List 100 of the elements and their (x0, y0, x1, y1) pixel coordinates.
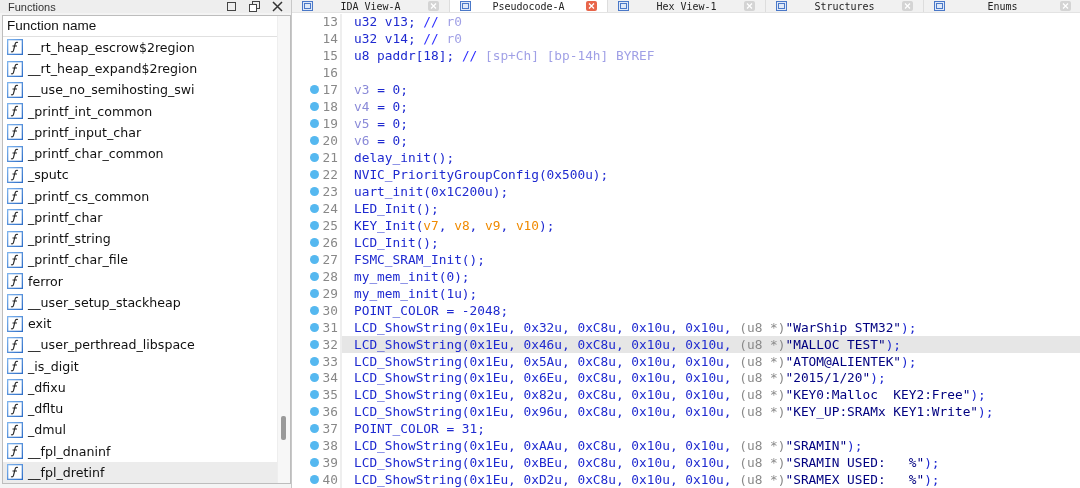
function-icon (7, 421, 23, 438)
line-number: 21 (322, 150, 338, 166)
function-list-item[interactable]: _printf_int_common (3, 100, 277, 122)
code-line: LCD_ShowString(0x1Eu, 0xD2u, 0xC8u, 0x10u, 0x10u, (u8 *)"SRAMEX USED: %"); (354, 472, 940, 488)
line-number: 38 (322, 438, 338, 454)
code-line: my_mem_init(0); (354, 268, 470, 284)
tab-view-icon (302, 1, 313, 11)
function-icon (7, 315, 23, 332)
line-number: 37 (322, 421, 338, 437)
line-number: 20 (322, 133, 338, 149)
function-list-item[interactable]: exit (3, 313, 277, 335)
tab-view-icon (776, 1, 787, 11)
scrollbar[interactable] (277, 16, 290, 483)
function-name: _printf_char (28, 209, 103, 225)
line-number: 19 (322, 116, 338, 132)
maximize-icon[interactable] (226, 1, 237, 12)
function-name: _printf_cs_common (28, 188, 150, 204)
tab-close-icon[interactable] (586, 1, 597, 11)
tab-close-icon[interactable] (744, 1, 755, 11)
editor-tab[interactable]: Enums (924, 0, 1080, 12)
function-name: __fpl_dnaninf (28, 443, 111, 459)
line-number: 28 (322, 268, 338, 284)
function-list-item[interactable]: _dfixu (3, 376, 277, 399)
function-name: __rt_heap_escrow$2region (28, 39, 195, 55)
function-list-item[interactable]: __user_perthread_libspace (3, 334, 277, 356)
code-line: LCD_ShowString(0x1Eu, 0xBEu, 0xC8u, 0x10u, 0x10u, (u8 *)"SRAMIN USED: %"); (354, 455, 940, 471)
function-list-item[interactable]: _printf_cs_common (3, 185, 277, 207)
code-line: u32 v13; // r0 (354, 14, 462, 30)
tab-view-icon (460, 1, 471, 11)
function-list-item[interactable]: _sputc (3, 164, 277, 186)
close-icon[interactable] (272, 1, 283, 12)
function-list-item[interactable]: _is_digit (3, 355, 277, 377)
line-number: 40 (322, 472, 338, 488)
line-number: 30 (322, 302, 338, 318)
line-number: 29 (322, 285, 338, 301)
line-number: 24 (322, 200, 338, 216)
code-line: LCD_ShowString(0x1Eu, 0x46u, 0xC8u, 0x10u, 0x10u, (u8 *)"MALLOC TEST"); (354, 336, 902, 352)
editor-tab[interactable]: Structures (766, 0, 924, 12)
function-list-item[interactable]: __user_setup_stackheap (3, 291, 277, 314)
function-list-item[interactable]: ferror (3, 270, 277, 292)
restore-icon[interactable] (249, 1, 260, 12)
code-line: u32 v14; // r0 (354, 31, 462, 47)
function-name: ferror (28, 273, 63, 289)
line-number: 31 (322, 319, 338, 335)
function-name: __user_perthread_libspace (28, 337, 195, 353)
editor-tab[interactable]: Pseudocode-A (450, 0, 608, 12)
line-number: 18 (322, 99, 338, 115)
code-line: LCD_ShowString(0x1Eu, 0x96u, 0xC8u, 0x10u, 0x10u, (u8 *)"KEY_UP:SRAMx KEY1:Write"); (354, 404, 994, 420)
function-list-item[interactable]: __fpl_dnaninf (3, 440, 277, 462)
line-number: 22 (322, 167, 338, 183)
tab-close-icon[interactable] (902, 1, 913, 11)
function-list-item[interactable]: _dfltu (3, 398, 277, 420)
function-name: _printf_string (28, 231, 111, 247)
function-icon (7, 209, 23, 226)
code-line: v5 = 0; (354, 116, 408, 132)
function-list-item[interactable]: _printf_char_file (3, 249, 277, 271)
code-line: KEY_Init(v7, v8, v9, v10); (354, 217, 555, 233)
code-line: v3 = 0; (354, 82, 408, 98)
function-icon (7, 124, 23, 141)
function-name: __rt_heap_expand$2region (28, 61, 198, 77)
function-list-item[interactable]: _printf_char (3, 206, 277, 229)
function-icon (7, 81, 23, 98)
line-number: 23 (322, 184, 338, 199)
function-name: exit (28, 316, 52, 332)
code-line: v4 = 0; (354, 99, 408, 115)
function-icon (7, 273, 23, 290)
function-name: _sputc (28, 167, 69, 183)
code-line: LCD_ShowString(0x1Eu, 0xAAu, 0xC8u, 0x10u, 0x10u, (u8 *)"SRAMIN"); (354, 438, 863, 454)
function-list-item[interactable]: _printf_input_char (3, 121, 277, 144)
editor-tab[interactable]: IDA View-A (292, 0, 450, 12)
function-list-item[interactable]: _dmul (3, 419, 277, 441)
function-icon (7, 358, 23, 375)
tab-close-icon[interactable] (428, 1, 439, 11)
function-list-item[interactable]: __rt_heap_expand$2region (3, 58, 277, 80)
function-name: __use_no_semihosting_swi (28, 82, 195, 98)
code-line: u8 paddr[18]; // [sp+Ch] [bp-14h] BYREF (354, 48, 655, 64)
function-icon (7, 145, 23, 162)
code-line: NVIC_PriorityGroupConfig(0x500u); (354, 167, 609, 183)
editor-tab[interactable]: Hex View-1 (608, 0, 766, 12)
function-icon (7, 60, 23, 77)
line-number: 33 (322, 353, 338, 369)
line-number: 17 (322, 82, 338, 98)
function-list-item[interactable]: __fpl_dretinf (3, 461, 277, 484)
function-icon (7, 464, 23, 481)
line-number: 26 (322, 234, 338, 250)
code-line: LCD_ShowString(0x1Eu, 0x32u, 0xC8u, 0x10u, 0x10u, (u8 *)"WarShip STM32"); (354, 319, 917, 335)
function-list-item[interactable]: _printf_char_common (3, 143, 277, 165)
function-list-item[interactable]: __rt_heap_escrow$2region (3, 36, 277, 59)
function-name: _dfixu (28, 379, 66, 395)
code-line: POINT_COLOR = -2048; (354, 302, 509, 318)
line-number: 16 (322, 65, 338, 81)
function-list-item[interactable]: __use_no_semihosting_swi (3, 79, 277, 101)
code-line: LED_Init(); (354, 200, 439, 216)
function-list-item[interactable]: _printf_string (3, 228, 277, 250)
tab-close-icon[interactable] (1060, 1, 1071, 11)
function-icon (7, 39, 23, 56)
column-header[interactable]: Function name (3, 16, 277, 37)
code-line: uart_init(0x1C200u); (354, 184, 509, 199)
function-name: _printf_int_common (28, 103, 153, 119)
function-name: __user_setup_stackheap (28, 294, 181, 310)
